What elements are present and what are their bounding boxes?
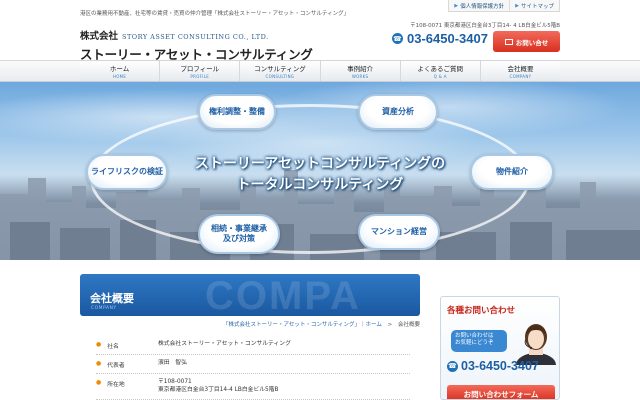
nav-label: よくあるご質問: [417, 65, 464, 73]
row-label-cell: ● 社名: [96, 336, 158, 354]
nav-item-works[interactable]: 事例紹介 WORKS: [319, 61, 400, 81]
mail-icon: [504, 38, 513, 45]
hero-banner: ストーリーアセットコンサルティングの トータルコンサルティング 権利調整・整備 …: [0, 82, 640, 260]
table-row: ● 社名 株式会社ストーリー・アセット・コンサルティング: [96, 336, 410, 355]
phone-number: 03-6450-3407: [407, 31, 488, 46]
row-label: 所在地: [107, 382, 125, 388]
pill-life-risk[interactable]: ライフリスクの検証: [86, 154, 168, 190]
sidebar-contact-box: 各種お問い合わせ お問い合わせは お気軽にどうぞ ☎ 03-6450-3407 …: [440, 296, 560, 400]
nav-sublabel: Q & A: [433, 74, 447, 79]
pill-asset-analysis[interactable]: 資産分析: [358, 94, 438, 130]
logo-kk: 株式会社: [80, 31, 119, 42]
phone-icon: ☎: [447, 360, 458, 372]
phone-icon: ☎: [392, 33, 403, 44]
pill-property-intro[interactable]: 物件紹介: [470, 154, 554, 190]
nav-label: コンサルティング: [254, 65, 306, 73]
breadcrumb: 「株式会社ストーリー・アセット・コンサルティング」｜ホーム > 会社概要: [223, 320, 420, 328]
table-row: ● 代表者 濱田 智弘: [96, 355, 410, 374]
bullet-icon: ●: [96, 379, 102, 386]
nav-item-profile[interactable]: プロフィール PROFILE: [159, 61, 239, 81]
row-value: 〒108-0071 東京都港区白金台3丁目14-4 LB白金ビル5階B: [158, 379, 279, 393]
contact-button-label: お問い合せ: [515, 38, 549, 47]
section-watermark: COMPA: [205, 274, 361, 316]
arrow-right-icon: ▶: [454, 2, 459, 9]
table-row: ● 所在地 〒108-0071 東京都港区白金台3丁目14-4 LB白金ビル5階B: [96, 374, 410, 400]
site-logo[interactable]: 株式会社 STORY ASSET CONSULTING CO., LTD. ストー…: [80, 24, 313, 63]
sidebar-phone-number: 03-6450-3407: [461, 359, 539, 373]
nav-item-qa[interactable]: よくあるご質問 Q & A: [399, 61, 480, 81]
sidebar-bubble: お問い合わせは お気軽にどうぞ: [451, 330, 507, 352]
section-heading: COMPA 会社概要 COMPANY: [80, 274, 420, 316]
row-label: 代表者: [107, 363, 125, 369]
bullet-icon: ●: [96, 360, 102, 367]
nav-sublabel: PROFILE: [190, 74, 210, 79]
nav-sublabel: COMPANY: [509, 74, 532, 79]
contact-button[interactable]: お問い合せ: [493, 31, 560, 52]
nav-item-company[interactable]: 会社概要 COMPANY: [479, 61, 560, 81]
nav-sublabel: WORKS: [351, 74, 369, 79]
nav-sublabel: HOME: [112, 74, 127, 79]
sitemap-label: サイトマップ: [520, 3, 554, 10]
contact-form-button[interactable]: お問い合わせフォーム: [447, 385, 555, 399]
sitemap-link[interactable]: ▶ サイトマップ: [509, 0, 559, 11]
breadcrumb-separator: >: [387, 322, 393, 328]
breadcrumb-current: 会社概要: [397, 322, 420, 328]
sidebar-title: 各種お問い合わせ: [447, 306, 516, 316]
nav-sublabel: CONSULTING: [265, 74, 295, 79]
header-address: 〒108-0071 東京都港区白金台3丁目14- 4 LB白金ビル5階B: [410, 23, 560, 29]
nav-item-consulting[interactable]: コンサルティング CONSULTING: [239, 61, 319, 81]
page-title: 会社概要: [90, 292, 134, 305]
pill-inheritance[interactable]: 相続・事業継承 及び対策: [198, 214, 280, 254]
privacy-policy-label: 個人情報保護方針: [460, 3, 505, 10]
breadcrumb-home-link[interactable]: 「株式会社ストーリー・アセット・コンサルティング」｜ホーム: [223, 322, 382, 328]
pill-rights-adjustment[interactable]: 権利調整・整備: [198, 94, 276, 130]
company-info-table: ● 社名 株式会社ストーリー・アセット・コンサルティング ● 代表者 濱田 智弘 ●…: [96, 336, 410, 400]
utility-links: ▶ 個人情報保護方針 ▶ サイトマップ: [448, 0, 560, 12]
row-label: 社名: [107, 344, 119, 350]
arrow-right-icon: ▶: [515, 2, 519, 9]
nav-label: 会社概要: [507, 65, 534, 73]
global-nav: ホーム HOME プロフィール PROFILE コンサルティング CONSULTING…: [80, 60, 560, 82]
bullet-icon: ●: [96, 341, 102, 348]
nav-item-home[interactable]: ホーム HOME: [80, 61, 159, 81]
row-label-cell: ● 所在地: [96, 374, 158, 399]
row-value: 株式会社ストーリー・アセット・コンサルティング: [158, 341, 291, 347]
row-label-cell: ● 代表者: [96, 355, 158, 373]
nav-label: 事例紹介: [347, 65, 374, 73]
privacy-policy-link[interactable]: ▶ 個人情報保護方針: [449, 0, 509, 11]
logo-english: STORY ASSET CONSULTING CO., LTD.: [122, 33, 269, 41]
site-tagline: 港区の業務用不動産、社宅等の賃貸・売買の仲介管理「株式会社ストーリー・アセット・…: [80, 11, 350, 17]
row-value: 濱田 智弘: [158, 360, 187, 366]
page-subtitle: COMPANY: [91, 306, 117, 311]
nav-label: プロフィール: [180, 65, 220, 73]
pill-mansion-management[interactable]: マンション経営: [358, 214, 440, 250]
nav-label: ホーム: [109, 65, 130, 73]
header-phone: ☎ 03-6450-3407: [392, 31, 488, 46]
sidebar-phone: ☎ 03-6450-3407: [447, 359, 539, 373]
